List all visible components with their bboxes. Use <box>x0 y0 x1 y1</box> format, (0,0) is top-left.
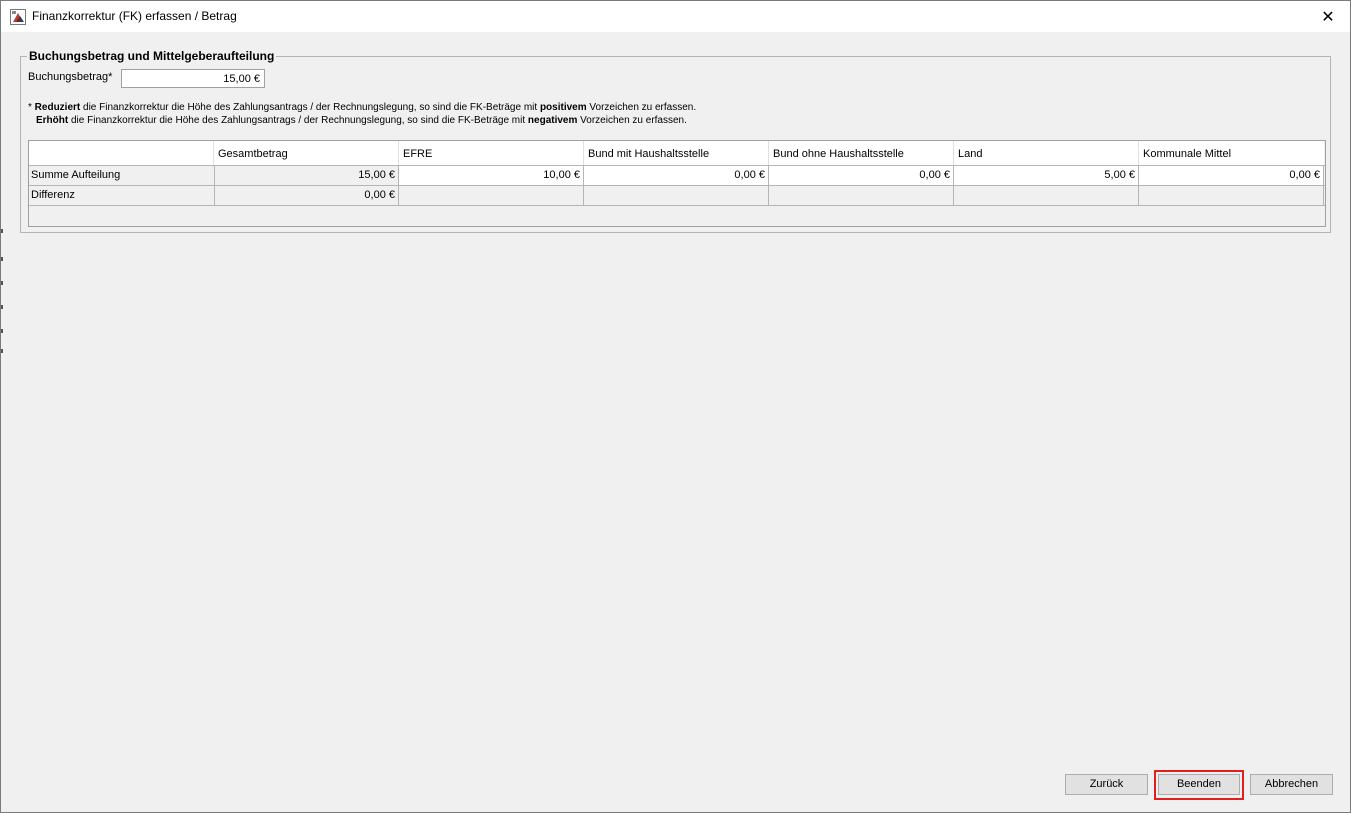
note-bold-negativem: negativem <box>527 115 578 126</box>
dialog-window: Finanzkorrektur (FK) erfassen / Betrag ✕… <box>0 0 1351 813</box>
back-button[interactable]: Zurück <box>1065 774 1148 795</box>
note-text: die Finanzkorrektur die Höhe des Zahlung… <box>68 115 528 126</box>
cell-summe-bund-mit-haushaltsstelle[interactable]: 0,00 € <box>584 166 769 186</box>
app-logo-icon <box>10 9 26 25</box>
cell-summe-efre[interactable]: 10,00 € <box>399 166 584 186</box>
row-label-differenz: Differenz <box>31 189 75 201</box>
cell-summe-kommunale-mittel[interactable]: 0,00 € <box>1139 166 1324 186</box>
cell-differenz-bund-mit-haushaltsstelle <box>584 186 769 206</box>
note-text-end: Vorzeichen zu erfassen. <box>577 115 687 126</box>
cell-differenz-efre <box>399 186 584 206</box>
column-header-empty <box>29 141 214 166</box>
note-prefix: * <box>28 102 35 113</box>
note-bold-erhoeht: Erhöht <box>36 115 69 126</box>
window-title: Finanzkorrektur (FK) erfassen / Betrag <box>32 9 237 23</box>
column-header-bund-ohne-haushaltsstelle: Bund ohne Haushaltsstelle <box>769 141 954 166</box>
column-header-bund-mit-haushaltsstelle: Bund mit Haushaltsstelle <box>584 141 769 166</box>
note-line-2: Erhöht die Finanzkorrektur die Höhe des … <box>36 115 687 126</box>
close-icon: ✕ <box>1321 8 1335 26</box>
row-divider <box>29 185 1325 186</box>
groupbox-title: Buchungsbetrag und Mittelgeberaufteilung <box>27 49 277 63</box>
row-divider <box>29 165 1325 166</box>
note-line-1: * Reduziert die Finanzkorrektur die Höhe… <box>28 102 696 113</box>
cell-summe-land[interactable]: 5,00 € <box>954 166 1139 186</box>
column-header-kommunale-mittel: Kommunale Mittel <box>1139 141 1324 166</box>
note-bold-positivem: positivem <box>539 102 587 113</box>
cell-summe-gesamtbetrag: 15,00 € <box>214 166 399 186</box>
row-divider <box>29 205 1325 206</box>
finish-button[interactable]: Beenden <box>1158 774 1240 795</box>
note-bold-reduziert: Reduziert <box>34 102 81 113</box>
cancel-button[interactable]: Abbrechen <box>1250 774 1333 795</box>
cell-differenz-gesamtbetrag: 0,00 € <box>214 186 399 206</box>
close-button[interactable]: ✕ <box>1306 1 1350 32</box>
note-text-end: Vorzeichen zu erfassen. <box>586 102 697 113</box>
cell-differenz-land <box>954 186 1139 206</box>
allocation-table: Gesamtbetrag EFRE Bund mit Haushaltsstel… <box>28 140 1326 227</box>
note-text: die Finanzkorrektur die Höhe des Zahlung… <box>80 102 540 113</box>
title-bar: Finanzkorrektur (FK) erfassen / Betrag ✕ <box>1 1 1350 32</box>
column-header-gesamtbetrag: Gesamtbetrag <box>214 141 399 166</box>
buchungsbetrag-label: Buchungsbetrag* <box>28 71 113 83</box>
row-label-summe-aufteilung: Summe Aufteilung <box>31 169 121 181</box>
left-edge-ticks <box>1 229 3 354</box>
cell-differenz-kommunale-mittel <box>1139 186 1324 206</box>
column-header-efre: EFRE <box>399 141 584 166</box>
cell-differenz-bund-ohne-haushaltsstelle <box>769 186 954 206</box>
cell-summe-bund-ohne-haushaltsstelle[interactable]: 0,00 € <box>769 166 954 186</box>
buchungsbetrag-input[interactable]: 15,00 € <box>121 69 265 88</box>
column-header-land: Land <box>954 141 1139 166</box>
